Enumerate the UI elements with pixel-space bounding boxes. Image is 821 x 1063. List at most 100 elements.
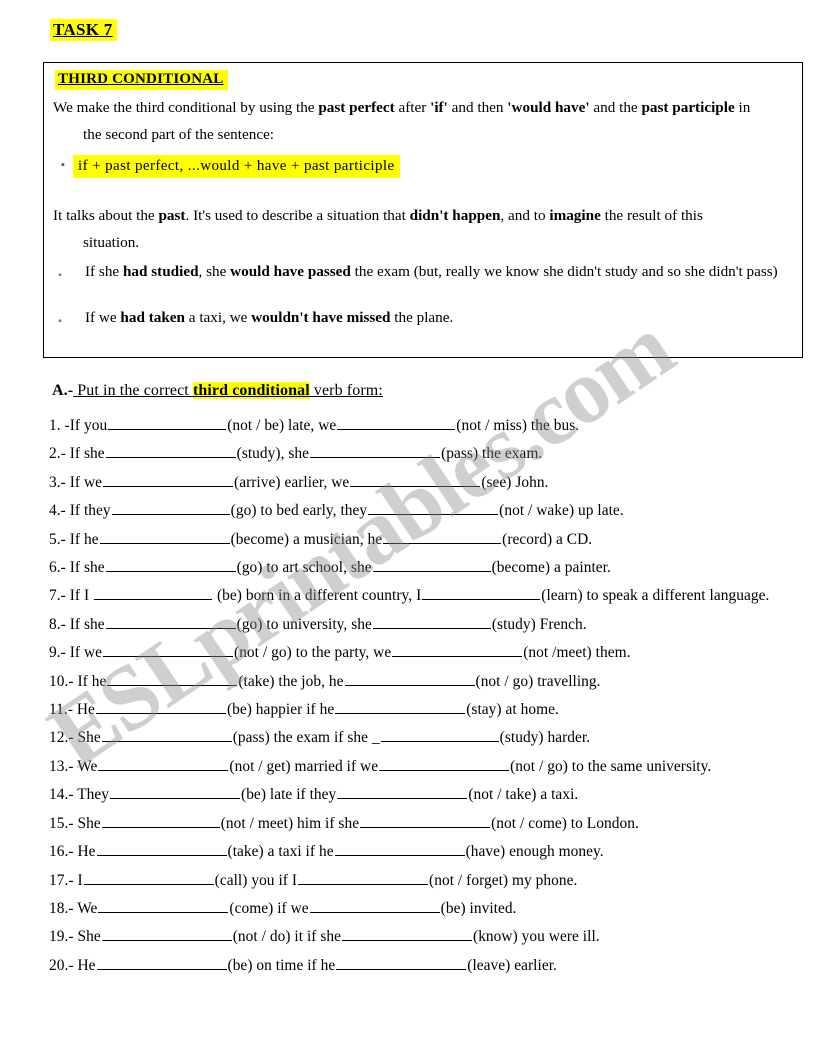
theory-p2-part-a: It talks about the [53, 207, 159, 224]
exercise-item-16: 16.- He (take) a taxi if he (have) enough … [49, 838, 794, 866]
theory-box: THIRD CONDITIONAL We make the third cond… [43, 62, 803, 358]
theory-p1-bold-if: 'if' [430, 99, 448, 116]
example-1-text: If she had studied, she would have passe… [53, 260, 783, 283]
exercise-17-verb-2: (not / forget) my phone. [429, 871, 578, 889]
exercise-9-verb-2: (not /meet) them. [523, 644, 631, 662]
exercise-6-blank-1[interactable] [105, 557, 236, 573]
exercise-18-verb-2: (be) invited. [440, 899, 517, 917]
exercise-20-verb-1: (be) on time if he [227, 956, 336, 974]
exercise-2-verb-2: (pass) the exam. [441, 445, 543, 463]
exercise-15-blank-1[interactable] [101, 813, 220, 828]
exercise-17-blank-1[interactable] [83, 870, 214, 885]
exercise-9-blank-1[interactable] [103, 642, 234, 658]
exercise-14-verb-2: (not / take) a taxi. [468, 786, 579, 804]
exercise-13-blank-2[interactable] [379, 756, 510, 771]
exercise-4-blank-1[interactable] [111, 500, 230, 516]
exercise-5-blank-1[interactable] [99, 529, 230, 544]
exercise-20-blank-2[interactable] [336, 955, 467, 970]
exercise-item-14: 14.- They (be) late if they (not / take) a… [49, 781, 794, 809]
exercise-13-number: 13.- [49, 757, 78, 775]
theory-p1-part-e: and then [447, 99, 508, 116]
section-a-instruction-highlight: third conditional [192, 382, 310, 399]
exercise-3-verb-2: (see) John. [481, 473, 549, 491]
exercise-9-verb-1: (not / go) to the party, we [234, 644, 392, 662]
exercise-9-subject: If we [69, 644, 103, 662]
exercise-6-verb-1: (go) to art school, she [236, 559, 372, 577]
exercise-12-blank-2[interactable] [380, 727, 499, 743]
exercise-14-blank-1[interactable] [110, 784, 241, 800]
exercise-11-blank-1[interactable] [95, 699, 226, 715]
exercise-7-subject: If I [69, 587, 94, 605]
exercise-1-blank-1[interactable] [108, 415, 227, 430]
exercise-9-blank-2[interactable] [392, 642, 523, 658]
example-item: ▪ If we had taken a taxi, we wouldn't ha… [53, 306, 783, 329]
exercise-1-blank-2[interactable] [337, 415, 456, 430]
exercise-13-blank-1[interactable] [98, 756, 229, 771]
exercise-10-blank-2[interactable] [344, 671, 475, 686]
theory-p2-part-e: , and to [500, 207, 550, 224]
exercise-14-blank-2[interactable] [337, 784, 468, 800]
exercise-8-blank-2[interactable] [372, 614, 491, 629]
exercise-10-subject: If he [77, 672, 107, 690]
exercise-11-subject: He [76, 701, 95, 719]
exercise-3-verb-1: (arrive) earlier, we [234, 473, 350, 491]
example-2-part-a: If we [85, 309, 121, 326]
exercise-item-4: 4.- If they (go) to bed early, they (not /… [49, 497, 794, 525]
exercise-2-blank-1[interactable] [105, 443, 236, 459]
exercise-12-verb-2: (study) harder. [499, 729, 591, 747]
dash-bullet-icon: ▪ [58, 316, 62, 327]
exercise-4-verb-1: (go) to bed early, they [230, 502, 368, 520]
exercise-8-blank-1[interactable] [105, 614, 236, 629]
exercise-20-blank-1[interactable] [96, 955, 227, 970]
dash-bullet-icon: ▪ [61, 159, 65, 171]
exercise-16-blank-1[interactable] [96, 841, 227, 857]
exercise-16-blank-2[interactable] [334, 841, 465, 857]
exercise-17-verb-1: (call) you if I [214, 871, 298, 889]
exercise-14-number: 14.- [49, 786, 78, 804]
exercise-item-19: 19.- She (not / do) it if she (know) you w… [49, 923, 794, 951]
exercise-5-blank-2[interactable] [383, 529, 502, 544]
exercise-10-blank-1[interactable] [107, 671, 238, 686]
exercise-2-blank-2[interactable] [310, 443, 441, 459]
exercise-item-2: 2.- If she (study), she (pass) the exam. [49, 440, 794, 468]
example-2-part-e: the plane. [390, 309, 454, 326]
theory-p1-part-g: and the [589, 99, 642, 116]
exercise-18-blank-1[interactable] [98, 898, 229, 913]
theory-p1-continuation: the second part of the sentence: [83, 126, 275, 143]
theory-p2-bold-past: past [158, 207, 186, 224]
theory-p1-bold-would-have: 'would have' [507, 99, 590, 116]
exercise-4-blank-2[interactable] [368, 500, 499, 516]
theory-p1-bold-past-participle: past participle [641, 99, 735, 116]
exercise-20-subject: He [77, 956, 96, 974]
exercise-item-20: 20.- He (be) on time if he (leave) earlier… [49, 952, 794, 980]
exercise-18-number: 18.- [49, 899, 78, 917]
exercise-12-blank-1[interactable] [101, 727, 232, 743]
exercise-17-blank-2[interactable] [298, 870, 429, 885]
exercise-15-blank-2[interactable] [360, 813, 491, 828]
exercise-item-12: 12.- She (pass) the exam if she _ (study) … [49, 724, 794, 752]
example-1-bold-would-have-passed: would have passed [230, 263, 351, 280]
exercise-item-7: 7.- If I (be) born in a different countr… [49, 582, 794, 610]
example-2-bold-wouldnt-have-missed: wouldn't have missed [251, 309, 391, 326]
exercise-19-blank-2[interactable] [342, 926, 473, 942]
exercise-3-blank-2[interactable] [350, 472, 481, 487]
theory-p2-part-g: the result of this [600, 207, 703, 224]
exercise-11-blank-2[interactable] [335, 699, 466, 715]
exercise-16-verb-1: (take) a taxi if he [227, 843, 334, 861]
exercise-7-blank-2[interactable] [422, 585, 541, 601]
example-1-part-a: If she [85, 263, 123, 280]
exercise-19-blank-1[interactable] [101, 926, 232, 942]
exercise-3-blank-1[interactable] [103, 472, 234, 487]
exercise-item-9: 9.- If we (not / go) to the party, we (not… [49, 639, 794, 667]
exercise-10-number: 10.- [49, 672, 78, 690]
exercise-13-subject: We [77, 757, 98, 775]
exercise-item-6: 6.- If she (go) to art school, she (become… [49, 554, 794, 582]
exercise-6-blank-2[interactable] [372, 557, 491, 573]
theory-p2-part-c: . It's used to describe a situation that [185, 207, 410, 224]
exercise-4-subject: If they [69, 502, 111, 520]
section-a-instruction-before: Put in the correct [73, 382, 193, 399]
exercise-18-blank-2[interactable] [309, 898, 440, 913]
exercise-17-subject: I [77, 871, 83, 889]
theory-heading: THIRD CONDITIONAL [55, 70, 228, 90]
exercise-7-blank-1[interactable] [94, 585, 213, 601]
